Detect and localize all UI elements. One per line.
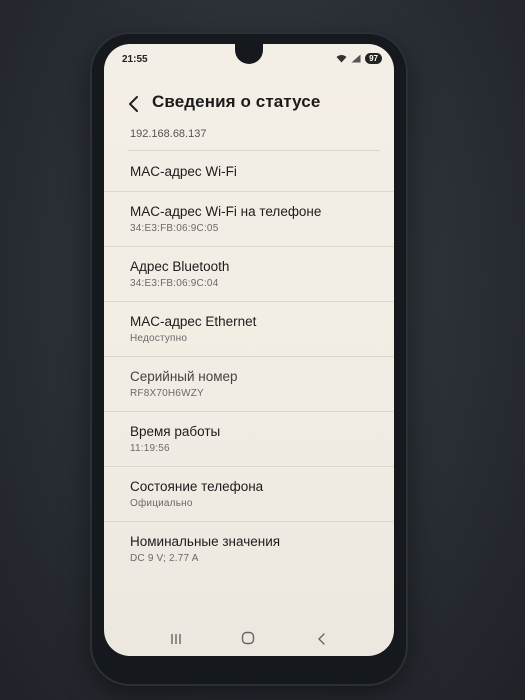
item-value: 11:19:56: [130, 443, 170, 454]
list-item-phone-wifi-mac[interactable]: MAC-адрес Wi-Fi на телефоне 34:E3:FB:06:…: [104, 191, 394, 246]
phone-screen: 21:55 97 Сведения о статусе 192.168.68.1…: [104, 44, 394, 656]
battery-badge: 97: [365, 53, 382, 64]
ip-address-value: 192.168.68.137: [130, 128, 207, 140]
item-value: Недоступно: [130, 333, 188, 344]
item-value: Официально: [130, 498, 193, 509]
page-title: Сведения о статусе: [152, 92, 321, 111]
back-icon[interactable]: [316, 632, 328, 645]
status-time: 21:55: [122, 54, 148, 65]
item-title: Серийный номер: [130, 369, 238, 384]
wifi-icon: [336, 54, 347, 63]
status-list: MAC-адрес Wi-Fi MAC-адрес Wi-Fi на телеф…: [104, 152, 394, 576]
item-value: 34:E3:FB:06:9C:04: [130, 278, 219, 289]
item-value: DC 9 V; 2.77 A: [130, 553, 199, 564]
list-item-phone-status[interactable]: Состояние телефона Официально: [104, 466, 394, 521]
item-title: Время работы: [130, 424, 221, 439]
item-title: MAC-адрес Wi-Fi на телефоне: [130, 204, 322, 219]
item-title: Состояние телефона: [130, 479, 264, 494]
status-bar: 21:55 97: [104, 53, 394, 68]
item-title: MAC-адрес Wi-Fi: [130, 164, 237, 179]
item-value: RF8X70H6WZY: [130, 388, 204, 399]
page-header: Сведения о статусе: [104, 92, 394, 116]
list-item-bluetooth-address[interactable]: Адрес Bluetooth 34:E3:FB:06:9C:04: [104, 246, 394, 301]
list-item-uptime[interactable]: Время работы 11:19:56: [104, 411, 394, 466]
item-value: 34:E3:FB:06:9C:05: [130, 223, 219, 234]
item-title: MAC-адрес Ethernet: [130, 314, 257, 329]
home-icon[interactable]: [241, 631, 255, 645]
list-item-rated-values[interactable]: Номинальные значения DC 9 V; 2.77 A: [104, 521, 394, 576]
recent-apps-icon[interactable]: [170, 632, 182, 644]
list-item-serial-number[interactable]: Серийный номер RF8X70H6WZY: [104, 356, 394, 411]
navigation-bar: [104, 620, 394, 656]
item-title: Номинальные значения: [130, 534, 281, 549]
signal-icon: [351, 54, 361, 63]
divider: [128, 150, 380, 151]
list-item-ethernet-mac[interactable]: MAC-адрес Ethernet Недоступно: [104, 301, 394, 356]
back-arrow-icon[interactable]: [126, 94, 142, 114]
status-icons: 97: [336, 53, 382, 64]
item-title: Адрес Bluetooth: [130, 259, 230, 274]
list-item-wifi-mac[interactable]: MAC-адрес Wi-Fi: [104, 152, 394, 191]
